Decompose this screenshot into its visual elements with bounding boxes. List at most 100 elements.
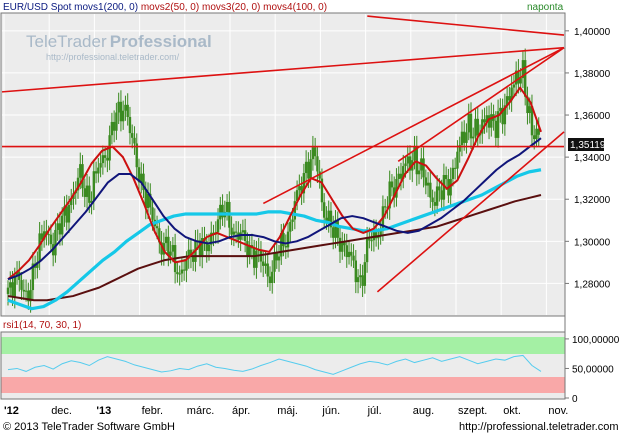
price-tick-label: 1,34000 xyxy=(574,153,611,164)
price-bar-body xyxy=(422,158,425,178)
price-bar-body xyxy=(370,240,373,242)
price-bar-body xyxy=(191,256,195,262)
price-bar-body xyxy=(535,128,538,140)
price-bar-body xyxy=(533,135,536,140)
price-bar-body xyxy=(347,251,351,258)
price-bar-body xyxy=(241,230,245,233)
price-bar-body xyxy=(268,276,272,284)
price-bar-body xyxy=(426,182,430,186)
ma-label-50[interactable]: movs2(50, 0) xyxy=(141,2,199,13)
teletrader-chart-window: 1,40000 1,38000 1,36000 1,34000 1,32000 1,300… xyxy=(0,0,627,436)
price-bar-body xyxy=(490,114,493,128)
time-tick-label: '12 xyxy=(4,405,19,417)
price-bar-body xyxy=(390,181,394,188)
price-bar-body xyxy=(474,118,477,137)
price-bar-body xyxy=(433,202,437,206)
price-bar-body xyxy=(444,174,448,180)
rsi-indicator-label[interactable]: rsi1(14, 70, 30, 1) xyxy=(3,320,81,332)
price-bar-body xyxy=(180,269,184,274)
price-bar-body xyxy=(365,238,369,263)
price-bar-body xyxy=(246,241,249,257)
price-bar-body xyxy=(47,234,50,236)
price-bar-body xyxy=(103,155,107,158)
price-bar-body xyxy=(216,219,220,233)
price-bar-body xyxy=(472,136,475,139)
rsi-tick-label: 50,00000 xyxy=(572,364,614,375)
price-bar-body xyxy=(124,104,127,111)
price-bar-body xyxy=(115,112,118,131)
price-bar-body xyxy=(406,156,409,164)
price-bar-body xyxy=(133,137,136,144)
price-bar-body xyxy=(271,271,274,284)
price-bar-body xyxy=(155,226,159,229)
time-tick-label: aug. xyxy=(413,405,434,417)
price-bar-body xyxy=(397,173,400,179)
time-axis: '12 dec. '13 febr. márc. ápr. máj. jún. júl. aug.… xyxy=(4,405,568,417)
price-bar-body xyxy=(121,110,125,122)
price-bar-body xyxy=(178,273,181,275)
price-bar-body xyxy=(361,275,364,286)
price-bar-body xyxy=(266,263,269,277)
price-bar-body xyxy=(440,190,443,200)
time-tick-label: nov. xyxy=(548,405,568,417)
price-bar-body xyxy=(476,118,479,136)
price-bar-body xyxy=(298,186,301,191)
time-tick-label: febr. xyxy=(142,405,163,417)
price-bar-body xyxy=(469,113,473,139)
price-bar-body xyxy=(429,182,432,198)
period-label[interactable]: naponta xyxy=(527,2,563,14)
price-bar-body xyxy=(322,202,326,218)
price-bar-body xyxy=(252,248,256,268)
price-bar-body xyxy=(97,167,100,174)
price-tick-label: 1,28000 xyxy=(574,279,611,290)
ma-label-200[interactable]: movs1(200, 0) xyxy=(74,2,138,13)
price-bar-body xyxy=(453,167,457,169)
ma-label-100[interactable]: movs4(100, 0) xyxy=(263,2,327,13)
price-bar-body xyxy=(483,119,486,123)
footer-url[interactable]: http://professional.teletrader.com xyxy=(459,420,619,434)
time-tick-label: jún. xyxy=(321,405,340,417)
price-bar-body xyxy=(424,177,428,186)
price-bar-body xyxy=(119,101,123,122)
price-bar-body xyxy=(383,206,387,208)
price-bar-body xyxy=(79,164,82,178)
price-bar-body xyxy=(83,188,86,197)
rsi-tick-label: 0 xyxy=(572,394,578,405)
last-price-value: 1,35119 xyxy=(570,140,606,151)
price-tick-label: 1,32000 xyxy=(574,195,611,206)
price-bar-body xyxy=(338,237,342,252)
price-bar-body xyxy=(230,227,233,235)
price-bar-body xyxy=(467,113,470,133)
symbol-label[interactable]: EUR/USD Spot xyxy=(3,2,71,13)
chart-header: EUR/USD Spot movs1(200, 0) movs2(50, 0) … xyxy=(3,2,327,14)
price-bar-body xyxy=(277,256,281,261)
price-bar-body xyxy=(94,171,98,174)
price-bar-body xyxy=(24,290,28,292)
price-tick-label: 1,36000 xyxy=(574,111,611,122)
watermark-brand-light: TeleTrader xyxy=(26,32,107,51)
chart-canvas: 1,40000 1,38000 1,36000 1,34000 1,32000 1,300… xyxy=(0,12,620,417)
price-bar-body xyxy=(164,236,168,244)
price-bar-body xyxy=(182,269,186,271)
price-bar-body xyxy=(523,60,527,97)
last-price-tag: 1,35119 xyxy=(568,138,606,151)
price-bar-body xyxy=(61,215,64,235)
price-bar-body xyxy=(176,272,179,275)
price-bar-body xyxy=(11,282,14,297)
ma-label-20[interactable]: movs3(20, 0) xyxy=(202,2,260,13)
time-tick-label: júl. xyxy=(367,405,382,417)
price-bar-body xyxy=(508,96,511,101)
price-bar-body xyxy=(110,121,114,136)
price-bar-body xyxy=(289,221,292,232)
price-bar-body xyxy=(494,120,498,138)
price-bar-body xyxy=(56,223,59,230)
price-bar-body xyxy=(131,133,134,138)
price-bar-body xyxy=(311,147,315,160)
price-bar-body xyxy=(65,206,68,223)
price-tick-label: 1,30000 xyxy=(574,237,611,248)
price-bar-body xyxy=(431,197,434,203)
price-bar-body xyxy=(291,219,294,222)
price-bar-body xyxy=(350,251,353,256)
price-bar-body xyxy=(126,104,129,117)
teletrader-watermark: TeleTrader Professional xyxy=(26,32,212,52)
